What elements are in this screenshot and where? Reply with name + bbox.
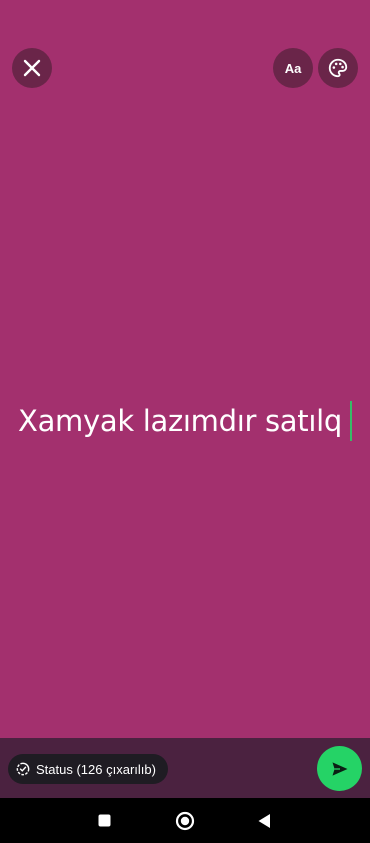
back-button[interactable] (234, 798, 294, 843)
status-privacy-label: Status (126 çıxarılıb) (36, 761, 156, 777)
status-privacy-chip[interactable]: Status (126 çıxarılıb) (8, 754, 168, 784)
text-caret (349, 401, 352, 441)
palette-button[interactable] (318, 48, 358, 88)
square-icon (98, 814, 110, 827)
send-button[interactable] (317, 746, 362, 791)
home-button[interactable] (155, 798, 215, 843)
composer-bar: Status (126 çıxarılıb) (0, 738, 370, 798)
send-icon (332, 761, 347, 776)
recents-button[interactable] (74, 798, 134, 843)
close-button[interactable] (12, 48, 52, 88)
status-canvas[interactable] (0, 0, 370, 738)
circle-icon (175, 811, 195, 830)
status-text[interactable]: Xamyak lazımdır satılq (18, 404, 342, 438)
palette-icon (328, 58, 348, 78)
status-privacy-icon (16, 762, 30, 776)
close-icon (23, 59, 41, 77)
font-button-label: Aa (284, 60, 302, 76)
status-text-area[interactable]: Xamyak lazımdır satılq (0, 398, 370, 444)
system-nav-bar (0, 798, 370, 843)
triangle-back-icon (258, 813, 270, 828)
font-button[interactable]: Aa (273, 48, 313, 88)
